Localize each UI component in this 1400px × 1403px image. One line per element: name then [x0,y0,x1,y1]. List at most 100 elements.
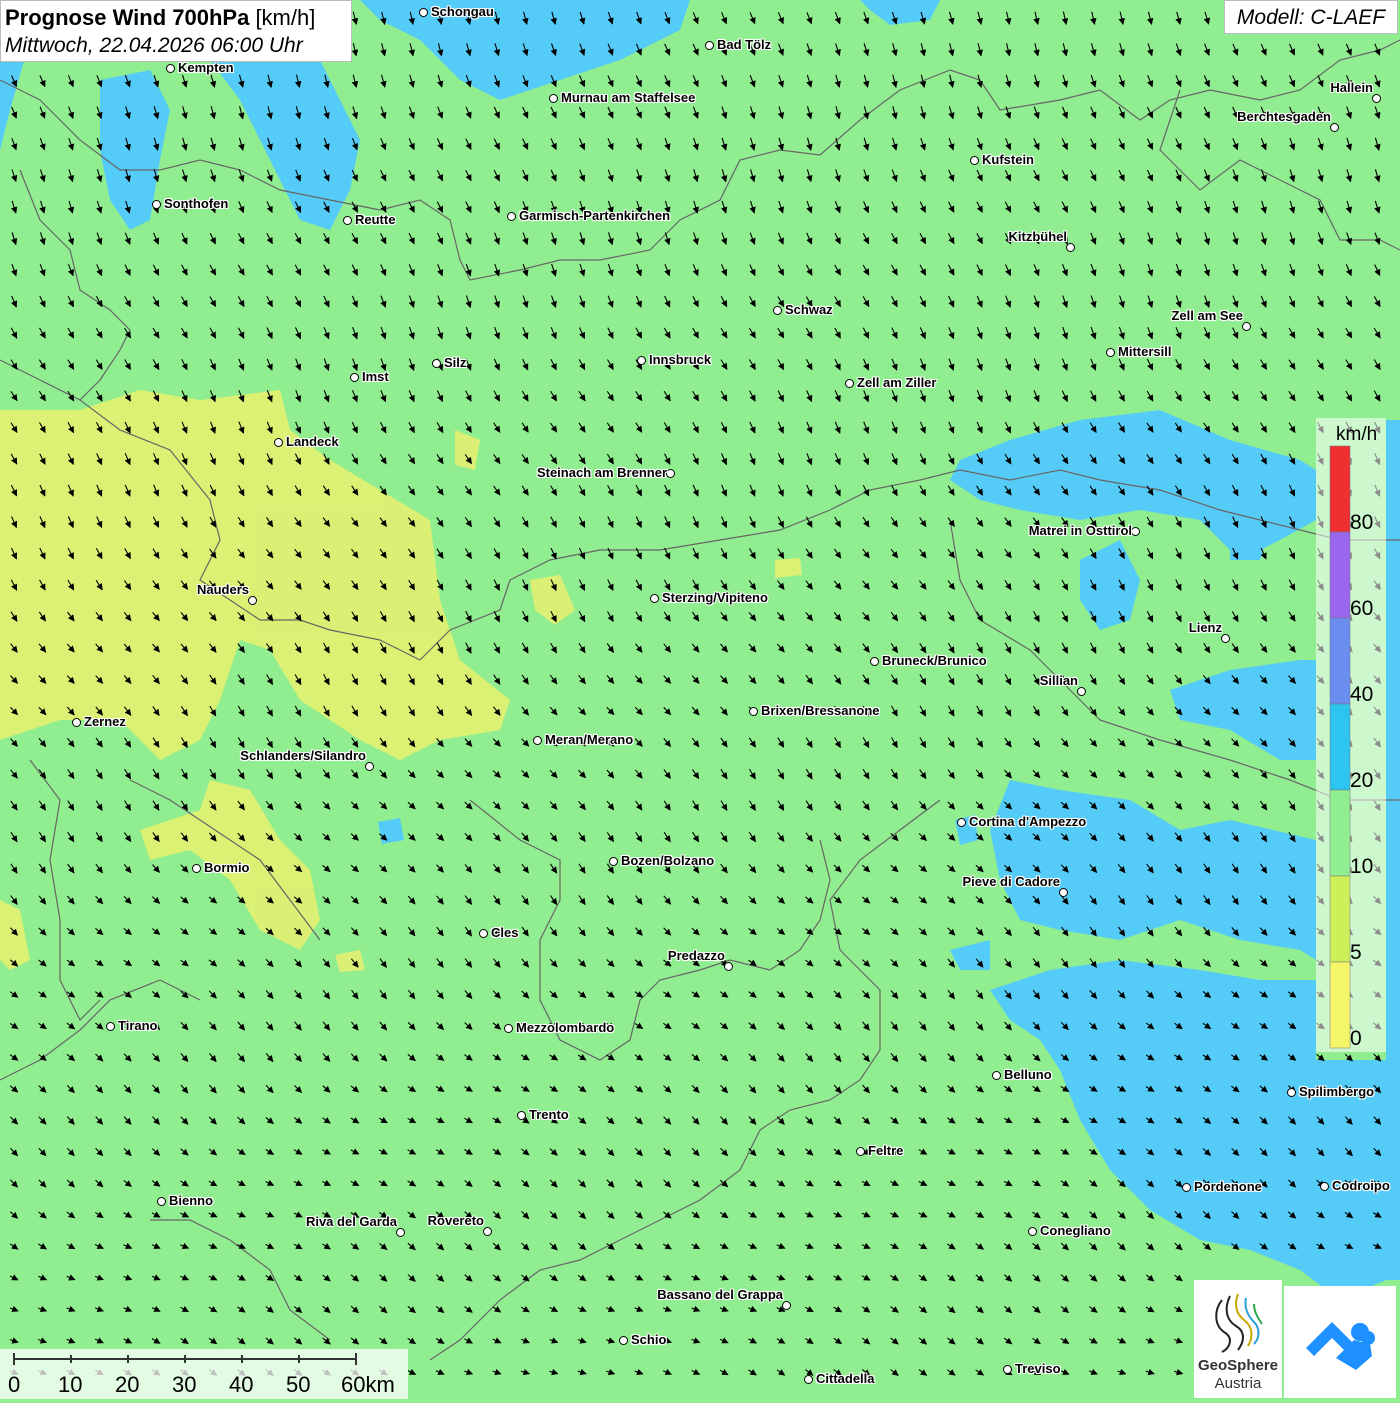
city-marker-icon [619,1336,628,1345]
app-logo [1284,1286,1396,1398]
city-marker-icon [396,1228,405,1237]
warning-app-icon [1306,1322,1375,1370]
city-label: Bassano del Grappa [657,1287,783,1302]
city-marker-icon [517,1111,526,1120]
city-marker-icon [248,596,257,605]
legend-tick-label: 0 [1350,1027,1362,1050]
city-label: Bormio [204,860,250,875]
city-marker-icon [1028,1227,1037,1236]
city-label: Garmisch-Partenkirchen [519,208,671,223]
city-label: Steinach am Brenner [536,465,667,480]
legend-tick-label: 20 [1350,769,1374,792]
city-label: Pieve di Cadore [962,874,1060,889]
city-marker-icon [1131,527,1140,536]
city-label: Schwaz [785,302,833,317]
city-marker-icon [749,707,758,716]
city-marker-icon [432,359,441,368]
city-label: Mittersill [1118,344,1172,359]
city-marker-icon [1372,94,1381,103]
city-label: Nauders [196,582,249,597]
city-label: Bad Tölz [717,37,772,52]
scale-tick-label: 0 [8,1372,21,1397]
city-marker-icon [992,1071,1001,1080]
geosphere-emblem-icon [1215,1293,1263,1353]
city-label: Codroipo [1332,1178,1390,1193]
city-label: Mezzolombardo [516,1020,615,1035]
city-marker-icon [504,1024,513,1033]
legend-bin-20-40 [1329,703,1351,791]
city-marker-icon [609,857,618,866]
legend-bin-60-80 [1329,531,1351,619]
map-title: Prognose Wind 700hPa [km/h] [5,5,316,30]
city-marker-icon [870,657,879,666]
legend-tick-label: 5 [1350,941,1362,964]
city-label: Matrei in Osttirol [1028,523,1132,538]
city-label: Sonthofen [164,196,229,211]
scale-tick-label: 50 [286,1372,311,1397]
city-marker-icon [845,379,854,388]
legend-bin-80-plus [1329,445,1351,533]
city-label: Kitzbühel [1008,229,1068,244]
city-marker-icon [274,438,283,447]
scale-tick-label: 30 [172,1372,197,1397]
city-label: Silz [444,355,467,370]
legend-tick-label: 80 [1350,511,1374,534]
city-marker-icon [705,41,714,50]
city-label: Cittadella [816,1371,875,1386]
scale-tick-label: 40 [229,1372,254,1397]
city-label: Kempten [178,60,234,75]
city-marker-icon [1003,1365,1012,1374]
city-label: Bruneck/Brunico [882,653,987,668]
city-label: Bozen/Bolzano [621,853,715,868]
city-label: Schongau [431,4,494,19]
city-marker-icon [350,373,359,382]
city-marker-icon [970,156,979,165]
city-label: Hallein [1330,80,1373,95]
city-marker-icon [1242,322,1251,331]
city-label: Zell am Ziller [857,375,937,390]
city-label: Brixen/Bressanone [761,703,880,718]
city-marker-icon [72,718,81,727]
city-label: Imst [362,369,389,384]
city-label: Berchtesgaden [1237,109,1331,124]
city-marker-icon [106,1022,115,1031]
legend-bin-5-10 [1329,875,1351,963]
city-label: Zell am See [1171,308,1243,323]
city-label: Schlanders/Silandro [240,748,366,763]
city-label: Riva del Garda [305,1214,397,1229]
city-marker-icon [724,962,733,971]
city-label: Cles [491,925,519,940]
city-marker-icon [157,1197,166,1206]
city-label: Tirano [118,1018,158,1033]
forecast-datetime: Mittwoch, 22.04.2026 06:00 Uhr [5,34,303,57]
city-marker-icon [1077,687,1086,696]
city-marker-icon [1106,348,1115,357]
scale-tick-label: 20 [115,1372,140,1397]
city-label: Sterzing/Vipiteno [662,590,768,605]
city-marker-icon [782,1301,791,1310]
city-label: Treviso [1015,1361,1061,1376]
logo-text-geosphere: GeoSphere [1197,1357,1279,1374]
city-marker-icon [166,64,175,73]
city-marker-icon [1221,634,1230,643]
city-marker-icon [343,216,352,225]
city-label: Schio [631,1332,667,1347]
city-marker-icon [483,1227,492,1236]
legend-bin-0-5 [1329,961,1351,1049]
city-marker-icon [957,818,966,827]
legend-tick-label: 10 [1350,855,1374,878]
city-marker-icon [419,8,428,17]
city-label: Feltre [868,1143,904,1158]
city-label: Conegliano [1040,1223,1111,1238]
legend-unit: km/h [1336,424,1378,445]
city-label: Zernez [84,714,126,729]
city-marker-icon [1330,123,1339,132]
legend-tick-label: 40 [1350,683,1374,706]
city-marker-icon [856,1147,865,1156]
city-label: Landeck [286,434,339,449]
city-marker-icon [1066,243,1075,252]
model-label: Modell: C-LAEF [1224,0,1398,34]
city-label: Innsbruck [649,352,712,367]
city-marker-icon [549,94,558,103]
legend-bin-10-20 [1329,789,1351,877]
